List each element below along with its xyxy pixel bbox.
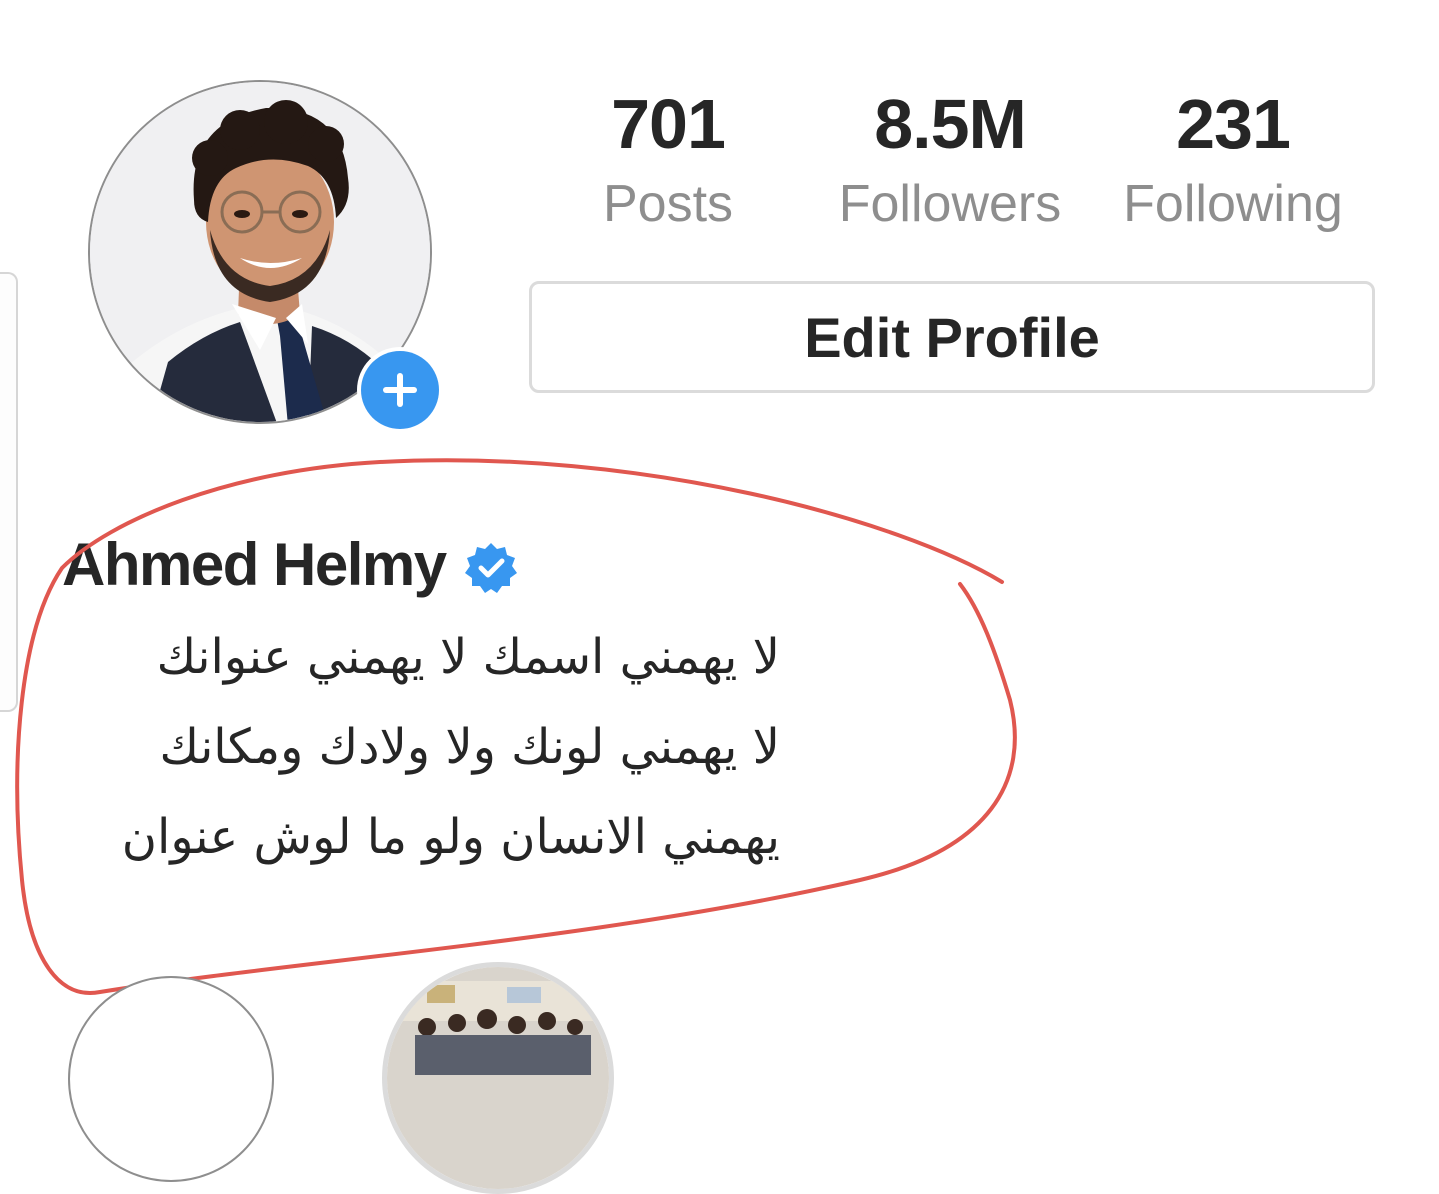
following-stat[interactable]: 231 Following xyxy=(1103,84,1363,234)
bio-line: لا يهمني اسمك لا يهمني عنوانك xyxy=(156,629,780,685)
followers-label: Followers xyxy=(838,175,1062,233)
following-label: Following xyxy=(1123,175,1343,233)
bio-line: لا يهمني لونك ولا ولادك ومكانك xyxy=(159,719,780,775)
posts-count: 701 xyxy=(611,85,726,163)
bio-line: يهمني الانسان ولو ما لوش عنوان xyxy=(121,809,780,865)
edit-profile-button[interactable]: Edit Profile xyxy=(529,281,1375,393)
display-name: Ahmed Helmy xyxy=(62,531,447,598)
plus-icon xyxy=(361,351,439,429)
highlight-photo xyxy=(387,967,609,1189)
story-highlight[interactable] xyxy=(68,976,274,1182)
add-story-button[interactable] xyxy=(357,347,443,433)
verified-badge-icon xyxy=(464,543,517,593)
followers-stat[interactable]: 8.5M Followers xyxy=(820,84,1080,234)
side-panel-edge xyxy=(0,272,18,712)
profile-name-row: Ahmed Helmy xyxy=(62,530,518,600)
posts-label: Posts xyxy=(602,175,734,233)
posts-stat[interactable]: 701 Posts xyxy=(538,84,798,234)
story-highlight[interactable] xyxy=(382,962,614,1194)
following-count: 231 xyxy=(1176,85,1291,163)
profile-bio: لا يهمني اسمك لا يهمني عنوانك لا يهمني ل… xyxy=(40,612,780,882)
followers-count: 8.5M xyxy=(874,85,1027,163)
